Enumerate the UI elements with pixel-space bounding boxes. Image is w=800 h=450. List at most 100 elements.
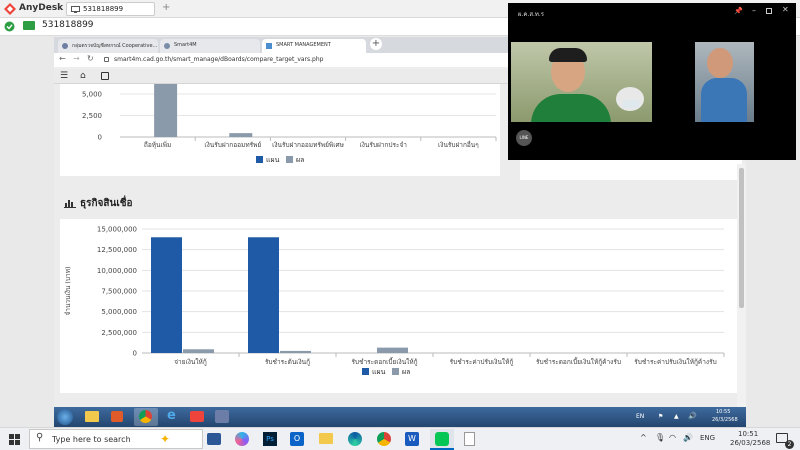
volume-icon[interactable]: 🔊 xyxy=(683,433,693,442)
y-tick-label: 12,500,000 xyxy=(97,246,137,254)
store-icon[interactable] xyxy=(207,433,221,445)
participant-hair xyxy=(549,48,587,62)
y-tick-label: 7,500,000 xyxy=(101,288,137,296)
legend-swatch xyxy=(286,156,293,163)
x-tick-label: เงินรับฝากออมทรัพย์ xyxy=(204,141,261,149)
browser-tab-1[interactable]: กลุ่มตรวจบัญชีสหกรณ์ Cooperative... xyxy=(58,39,158,53)
word-icon[interactable]: W xyxy=(405,432,419,446)
y-tick-label: 5,000,000 xyxy=(101,308,137,316)
expand-icon[interactable] xyxy=(101,72,109,80)
participant-face xyxy=(707,48,733,78)
edge-icon[interactable] xyxy=(348,432,362,446)
volume-icon[interactable]: 🔊 xyxy=(688,412,697,420)
minimize-icon[interactable]: – xyxy=(752,6,756,15)
browser-tab-3-active[interactable]: SMART MANAGEMENT xyxy=(262,39,366,53)
chrome-taskbar-button[interactable] xyxy=(134,408,158,426)
bar-actual xyxy=(183,349,214,353)
show-hidden-icons-chevron-icon[interactable]: ^ xyxy=(640,433,647,442)
language-indicator[interactable]: ENG xyxy=(700,434,715,442)
new-tab-plus-button[interactable]: + xyxy=(370,38,382,50)
legend-label: ผล xyxy=(296,156,304,164)
bar-chart-icon xyxy=(64,200,76,208)
search-icon: ⚲ xyxy=(36,432,44,443)
monitor-icon xyxy=(71,6,80,13)
chrome-icon xyxy=(139,410,152,423)
y-tick-label: 2,500 xyxy=(82,112,102,120)
y-tick-label: 0 xyxy=(133,350,137,358)
ie-icon[interactable]: e xyxy=(167,408,176,423)
bar-actual xyxy=(154,84,178,137)
tab-label: กลุ่มตรวจบัญชีสหกรณ์ Cooperative... xyxy=(72,43,158,49)
hamburger-menu-icon[interactable]: ☰ xyxy=(60,71,68,81)
participant-video-second xyxy=(695,42,754,122)
close-icon[interactable]: ✕ xyxy=(782,5,789,14)
copilot-sparkle-icon[interactable]: ✦ xyxy=(160,432,170,446)
home-icon[interactable]: ⌂ xyxy=(80,71,86,81)
language-indicator[interactable]: EN xyxy=(636,413,644,420)
start-orb-icon[interactable] xyxy=(57,409,73,425)
deposit-chart-panel: 5,000 2,500 0 ถือหุ้นเพิ่ม เงินรับฝากออมทรัพ… xyxy=(60,84,500,176)
folder-icon[interactable] xyxy=(85,411,99,422)
legend-label: แผน xyxy=(372,368,386,376)
anydesk-logo-icon xyxy=(4,3,16,15)
x-tick-label: รับชำระค่าปรับเงินให้กู้ค้างรับ xyxy=(634,358,716,366)
y-tick-label: 5,000 xyxy=(82,91,102,99)
tab-label: Smart4M xyxy=(174,42,197,48)
y-tick-label: 15,000,000 xyxy=(97,226,137,234)
outlook-icon[interactable]: O xyxy=(290,432,304,446)
y-tick-label: 0 xyxy=(98,134,102,142)
scrollbar-thumb[interactable] xyxy=(739,168,744,308)
session-tab[interactable]: 531818899 xyxy=(66,2,155,16)
legend-swatch xyxy=(362,368,369,375)
deposit-bar-chart: 5,000 2,500 0 ถือหุ้นเพิ่ม เงินรับฝากออมทรัพ… xyxy=(82,84,497,164)
page-scrollbar[interactable] xyxy=(737,164,746,407)
clock-time: 10:55 xyxy=(716,409,731,415)
remote-taskbar: e EN ⚑ ▲ 🔊 10:55 26/3/2568 xyxy=(54,407,746,427)
app-icon[interactable] xyxy=(215,410,229,423)
copilot-icon[interactable] xyxy=(235,432,249,446)
y-tick-label: 10,000,000 xyxy=(97,267,137,275)
maximize-icon[interactable] xyxy=(766,8,772,14)
bar-actual xyxy=(229,133,253,137)
call-title: ผ.ค.ส.ท.ร xyxy=(518,11,544,18)
file-explorer-icon[interactable] xyxy=(319,433,333,444)
credit-bar-chart: 15,000,000 12,500,000 10,000,000 7,500,000 5… xyxy=(64,226,725,376)
line-taskbar-button[interactable] xyxy=(430,429,454,450)
browser-tab-strip: กลุ่มตรวจบัญชีสหกรณ์ Cooperative... Smar… xyxy=(54,37,508,53)
forward-arrow-icon[interactable]: → xyxy=(73,54,80,63)
wifi-icon[interactable]: ◠ xyxy=(669,433,676,442)
media-player-icon[interactable] xyxy=(111,411,123,422)
x-tick-label: เงินรับฝากประจำ xyxy=(359,141,407,149)
tray-flag-icon[interactable]: ⚑ xyxy=(658,413,663,420)
windows-start-icon[interactable] xyxy=(9,434,20,445)
chrome-icon[interactable] xyxy=(377,432,391,446)
line-logo-icon: LINE xyxy=(516,130,532,146)
tab-label: SMART MANAGEMENT xyxy=(276,42,331,48)
app-navbar: ☰ ⌂ xyxy=(54,69,508,84)
session-tab-label: 531818899 xyxy=(83,5,124,13)
url-bar[interactable]: smart4m.cad.go.th/smart_manage/dBoards/c… xyxy=(114,56,323,63)
anydesk-taskbar-icon[interactable] xyxy=(190,411,204,422)
notification-badge: 2 xyxy=(785,440,794,449)
section-title: ธุรกิจสินเชื่อ xyxy=(80,198,133,209)
line-app-icon xyxy=(435,432,449,446)
photoshop-icon[interactable]: Ps xyxy=(263,432,277,446)
x-tick-label: เงินรับฝากออมทรัพย์พิเศษ xyxy=(272,141,344,149)
network-icon[interactable]: ▲ xyxy=(674,413,679,420)
bar-plan xyxy=(248,237,279,353)
video-call-window: ผ.ค.ส.ท.ร 📌 – ✕ LINE xyxy=(508,3,796,160)
browser-tab-2[interactable]: Smart4M xyxy=(160,39,260,53)
clock-time[interactable]: 10:51 xyxy=(738,430,758,438)
credit-chart-panel: 15,000,000 12,500,000 10,000,000 7,500,000 5… xyxy=(60,219,738,393)
favicon-icon xyxy=(62,43,68,49)
search-box[interactable]: ⚲ Type here to search ✦ xyxy=(29,429,203,449)
back-arrow-icon[interactable]: ← xyxy=(59,54,66,63)
bar-actual xyxy=(280,350,311,353)
microphone-icon[interactable]: 🎙 xyxy=(655,433,665,442)
pin-icon[interactable]: 📌 xyxy=(734,7,743,15)
legend-swatch xyxy=(392,368,399,375)
clock-date[interactable]: 26/03/2568 xyxy=(730,439,770,447)
new-tab-button[interactable]: + xyxy=(162,2,170,13)
reload-icon[interactable]: ↻ xyxy=(87,54,94,63)
document-icon[interactable] xyxy=(464,432,475,446)
